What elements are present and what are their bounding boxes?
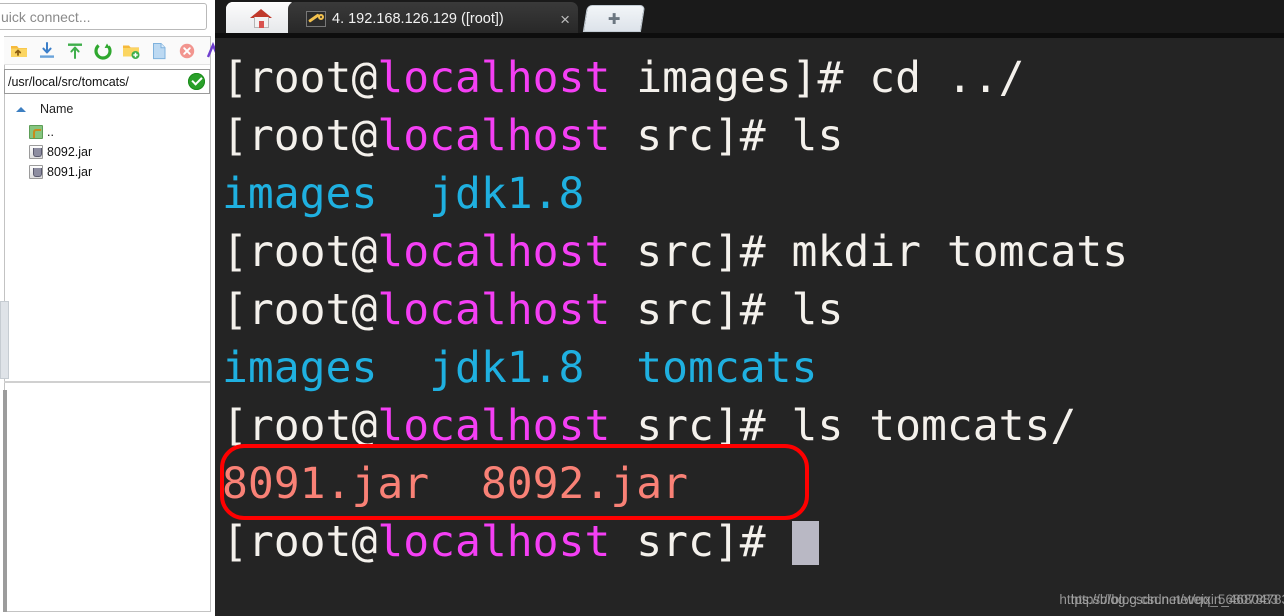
column-header-name: Name: [40, 102, 74, 116]
list-item[interactable]: 8092.jar: [5, 142, 209, 162]
tab-bar: 4. 192.168.126.129 ([root]) × ✚: [215, 0, 1284, 38]
terminal-text: localhost: [377, 401, 611, 451]
new-folder-icon[interactable]: [122, 42, 140, 60]
key-icon: [306, 11, 326, 27]
up-directory-icon[interactable]: [10, 42, 28, 60]
list-item[interactable]: 8091.jar: [5, 162, 209, 182]
download-icon[interactable]: [38, 41, 56, 60]
java-jar-icon: [29, 145, 43, 159]
terminal-text: src]# mkdir tomcats: [610, 227, 1129, 277]
terminal-line: 8091.jar 8092.jar: [222, 455, 1284, 513]
terminal-text: [root@: [222, 227, 378, 277]
terminal-text: [root@: [222, 111, 378, 161]
terminal-line: images jdk1.8: [222, 165, 1284, 223]
terminal-cursor: [791, 521, 819, 565]
sftp-path-text: /usr/local/src/tomcats/: [8, 74, 129, 89]
sidebar-scrollbar-upper[interactable]: [0, 301, 9, 379]
list-item[interactable]: ..: [5, 122, 209, 142]
sftp-browser-panel: uick connect... /usr/local/src/tomcats/ …: [0, 0, 223, 616]
sidebar-panel-divider[interactable]: [4, 381, 210, 383]
file-name: 8091.jar: [47, 165, 93, 179]
file-name: 8092.jar: [47, 145, 93, 159]
terminal-line: [root@localhost src]# ls: [222, 107, 1284, 165]
sftp-path-bar[interactable]: /usr/local/src/tomcats/: [4, 69, 210, 94]
terminal-text: localhost: [377, 227, 611, 277]
terminal-text: images jdk1.8: [222, 169, 585, 219]
terminal-text: [root@: [222, 53, 378, 103]
refresh-icon[interactable]: [94, 41, 112, 60]
terminal-text: src]#: [610, 517, 792, 567]
quick-connect-input[interactable]: uick connect...: [0, 3, 207, 30]
terminal-text: localhost: [377, 111, 611, 161]
plus-icon: ✚: [607, 10, 621, 28]
terminal-text: 8091.jar 8092.jar: [222, 459, 688, 509]
terminal-text: src]# ls tomcats/: [610, 401, 1077, 451]
terminal-line: [root@localhost src]# mkdir tomcats: [222, 223, 1284, 281]
file-list: .. 8092.jar 8091.jar: [5, 122, 209, 182]
terminal-text: src]# ls: [610, 111, 844, 161]
delete-icon[interactable]: [178, 42, 196, 60]
terminal-line: images jdk1.8 tomcats: [222, 339, 1284, 397]
sidebar-scrollbar-lower[interactable]: [3, 390, 7, 612]
watermark-text-b: https://blog.csdn.net/weixin_46804783: [1059, 592, 1284, 607]
close-icon[interactable]: ×: [560, 11, 570, 28]
home-icon: [249, 9, 273, 29]
terminal-text: [root@: [222, 517, 378, 567]
terminal-lines: [root@localhost images]# cd ../[root@loc…: [215, 38, 1284, 571]
new-file-icon[interactable]: [150, 42, 168, 60]
watermark: https://blog.csdn.net/qq_56807883 https:…: [1059, 592, 1284, 607]
terminal-text: localhost: [377, 285, 611, 335]
upload-icon[interactable]: [66, 42, 84, 60]
terminal-text: src]# ls: [610, 285, 844, 335]
tab-home[interactable]: [226, 2, 296, 36]
terminal-line: [root@localhost src]#: [222, 513, 1284, 571]
tab-session[interactable]: 4. 192.168.126.129 ([root]) ×: [288, 2, 578, 36]
terminal-text: localhost: [377, 53, 611, 103]
terminal-line: [root@localhost src]# ls tomcats/: [222, 397, 1284, 455]
terminal-text: localhost: [377, 517, 611, 567]
quick-connect-text: uick connect...: [1, 8, 91, 25]
up-directory-icon: [29, 125, 43, 139]
terminal-text: images]# cd ../: [610, 53, 1025, 103]
file-list-header[interactable]: Name: [5, 100, 209, 118]
terminal-text: [root@: [222, 285, 378, 335]
terminal-line: [root@localhost images]# cd ../: [222, 49, 1284, 107]
check-circle-icon: [188, 73, 205, 90]
sort-asc-icon[interactable]: [16, 106, 26, 112]
new-tab-button[interactable]: ✚: [582, 5, 646, 32]
terminal-text: images jdk1.8 tomcats: [222, 343, 818, 393]
xshell-window: uick connect... /usr/local/src/tomcats/ …: [0, 0, 1284, 616]
file-name: ..: [47, 125, 54, 139]
java-jar-icon: [29, 165, 43, 179]
tab-session-title: 4. 192.168.126.129 ([root]): [332, 11, 504, 27]
terminal-text: [root@: [222, 401, 378, 451]
terminal-line: [root@localhost src]# ls: [222, 281, 1284, 339]
terminal-output[interactable]: [root@localhost images]# cd ../[root@loc…: [215, 38, 1284, 616]
sftp-toolbar: [4, 37, 223, 65]
